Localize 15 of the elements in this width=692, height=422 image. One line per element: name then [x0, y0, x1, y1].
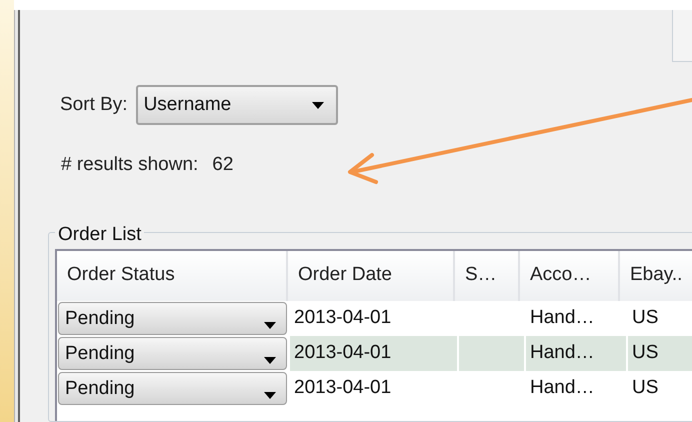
results-label: # results shown: — [61, 153, 198, 177]
status-dropdown[interactable]: Pending — [58, 336, 287, 370]
table-cell: Hand… — [526, 336, 626, 370]
results-count: 62 — [212, 153, 234, 177]
caret-icon — [264, 356, 276, 364]
table-cell: 2013-04-01 — [290, 336, 457, 370]
caret-icon — [312, 102, 324, 108]
caret-icon — [264, 392, 276, 398]
caret-icon — [264, 322, 276, 328]
table-cell — [459, 336, 524, 370]
status-dropdown[interactable]: Pending — [58, 372, 287, 404]
sort-label: Sort By: — [60, 92, 128, 117]
sort-dropdown[interactable]: Username — [136, 85, 338, 125]
table-cell: US — [628, 336, 692, 370]
status-dropdown[interactable]: Pending — [58, 302, 287, 334]
